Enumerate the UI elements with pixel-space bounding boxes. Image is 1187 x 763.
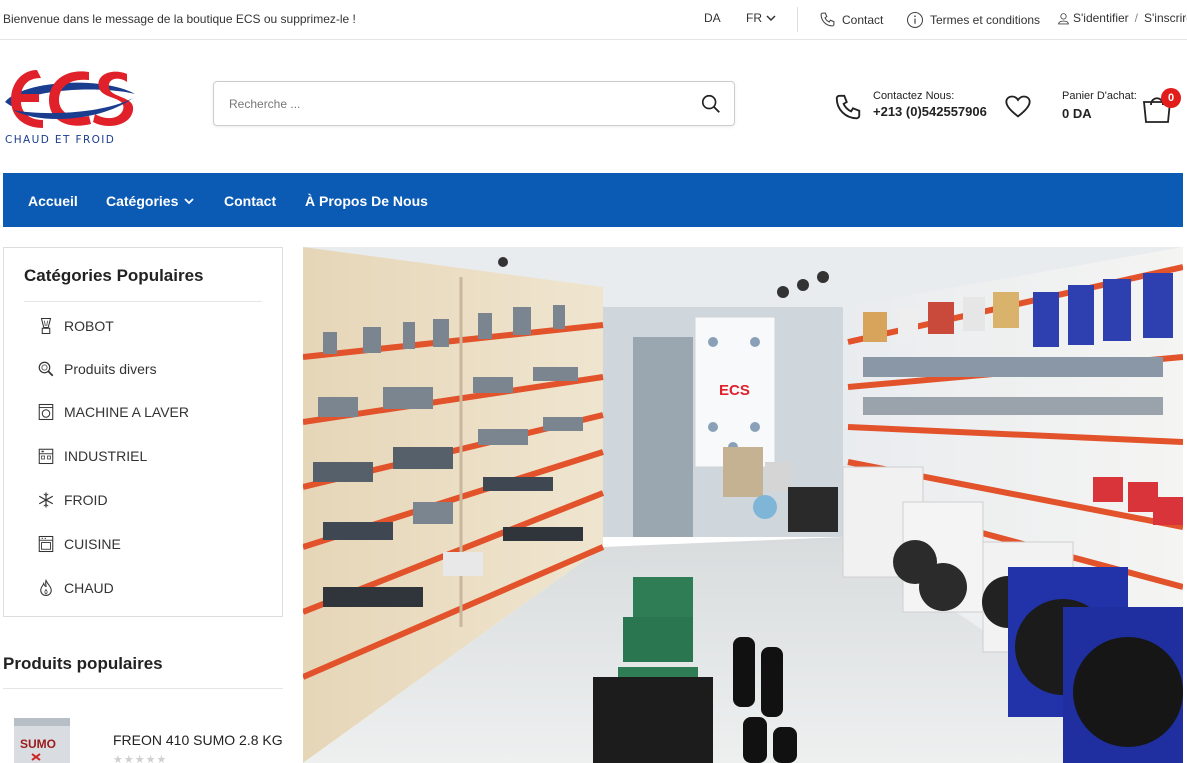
magnifier-icon (38, 361, 54, 377)
category-industriel[interactable]: INDUSTRIEL (37, 447, 147, 465)
category-cuisine[interactable]: CUISINE (37, 535, 121, 553)
header-contact: Contactez Nous: +213 (0)542557906 (873, 90, 987, 119)
product-thumb-text: SUMO (20, 737, 56, 751)
cart-count-badge: 0 (1161, 88, 1181, 108)
product-name[interactable]: FREON 410 SUMO 2.8 KG (113, 732, 283, 748)
language-selector[interactable]: FR (746, 11, 776, 25)
info-icon (906, 11, 924, 29)
slash-separator: / (1134, 11, 1138, 25)
category-label: CHAUD (64, 580, 114, 596)
currency-selector[interactable]: DA (704, 11, 721, 25)
user-icon (1058, 12, 1069, 24)
category-label: ROBOT (64, 318, 114, 334)
store-interior-illustration: ECS (303, 247, 1183, 763)
search-box (213, 81, 735, 126)
terms-label: Termes et conditions (930, 13, 1041, 27)
hero-store-image: ECS (303, 247, 1183, 763)
contact-label: Contactez Nous: (873, 90, 955, 102)
product-thumbnail[interactable]: SUMO (10, 714, 72, 763)
nav-contact[interactable]: Contact (224, 193, 276, 209)
terms-link[interactable]: Termes et conditions (906, 11, 1040, 29)
chevron-down-icon (184, 198, 194, 205)
logo-tagline: CHAUD ET FROID (5, 134, 116, 146)
categories-title: Catégories Populaires (24, 266, 204, 285)
login-link[interactable]: S'identifier (1073, 11, 1129, 25)
category-machine-a-laver[interactable]: MACHINE A LAVER (37, 403, 189, 421)
popular-products-title: Produits populaires (3, 654, 163, 673)
cart-info[interactable]: Panier D'achat: 0 DA (1062, 90, 1137, 121)
cart-total: 0 DA (1062, 106, 1092, 121)
washing-machine-icon (38, 403, 54, 421)
account-links: S'identifier / S'inscrire (1057, 11, 1187, 25)
hero-logo-text: ECS (719, 382, 750, 399)
category-produits-divers[interactable]: Produits divers (37, 360, 157, 378)
cart-label: Panier D'achat: (1062, 90, 1137, 102)
chevron-down-icon (766, 15, 776, 22)
oven-icon (38, 535, 54, 553)
main-navigation: Accueil Catégories Contact À Propos De N… (3, 173, 1183, 227)
snowflake-icon (38, 492, 54, 508)
nav-about[interactable]: À Propos De Nous (305, 193, 428, 209)
welcome-message: Bienvenue dans le message de la boutique… (3, 12, 356, 26)
divider (797, 7, 798, 32)
category-chaud[interactable]: CHAUD (37, 579, 114, 597)
search-icon[interactable] (700, 93, 722, 115)
category-label: MACHINE A LAVER (64, 404, 190, 420)
nav-categories[interactable]: Catégories (106, 193, 194, 209)
phone-number[interactable]: +213 (0)542557906 (873, 104, 987, 119)
star-rating: ★★★★★ (113, 754, 168, 763)
search-input[interactable] (229, 94, 669, 114)
phone-icon (835, 94, 861, 120)
factory-icon (38, 448, 54, 465)
category-label: INDUSTRIEL (64, 448, 148, 464)
category-froid[interactable]: FROID (37, 491, 108, 509)
top-contact-link[interactable]: Contact (819, 11, 883, 28)
nav-categories-label: Catégories (106, 193, 179, 209)
ecs-logo-mark (5, 70, 135, 128)
category-label: Produits divers (64, 361, 157, 377)
nav-home[interactable]: Accueil (28, 193, 78, 209)
phone-icon (820, 12, 835, 27)
flame-icon (40, 579, 52, 597)
blender-icon (40, 317, 52, 335)
category-label: FROID (64, 492, 108, 508)
register-link[interactable]: S'inscrire (1144, 11, 1187, 25)
top-contact-label: Contact (842, 12, 884, 27)
divider (24, 301, 262, 302)
divider (3, 688, 283, 689)
top-bar: Bienvenue dans le message de la boutique… (0, 0, 1187, 40)
category-label: CUISINE (64, 536, 121, 552)
heart-icon[interactable] (1003, 93, 1033, 121)
popular-categories-box: Catégories Populaires ROBOT Produits div… (3, 247, 283, 617)
language-label: FR (746, 11, 762, 25)
category-robot[interactable]: ROBOT (37, 317, 114, 335)
site-logo[interactable]: CHAUD ET FROID (3, 62, 138, 152)
